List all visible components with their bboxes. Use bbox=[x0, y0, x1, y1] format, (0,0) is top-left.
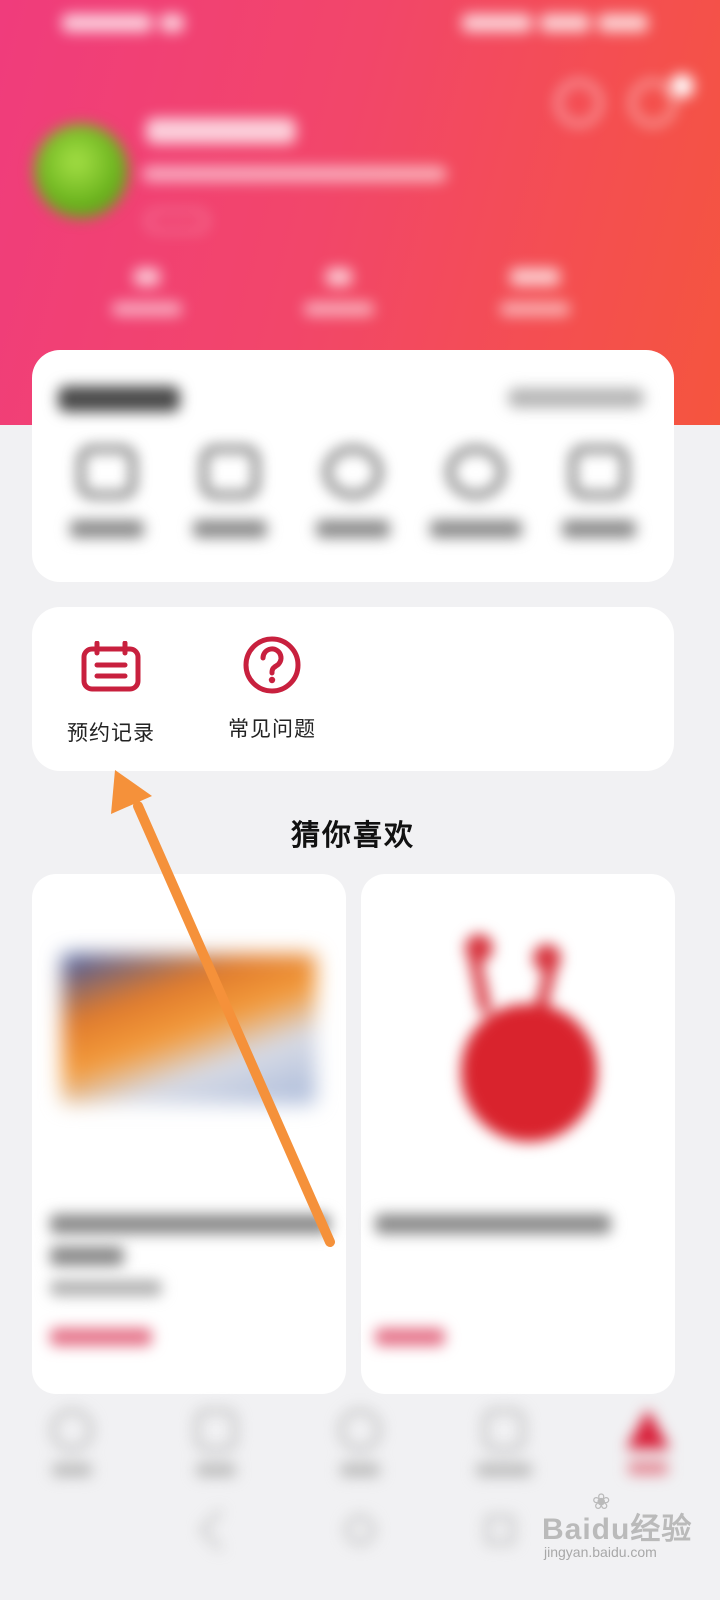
order-status-row bbox=[52, 446, 654, 538]
order-status-item[interactable] bbox=[421, 446, 531, 538]
product-price bbox=[375, 1328, 445, 1346]
tab-discover[interactable] bbox=[315, 1409, 405, 1477]
orders-title bbox=[58, 386, 180, 412]
notification-badge bbox=[670, 74, 694, 98]
faq-label: 常见问题 bbox=[228, 717, 316, 741]
product-card[interactable] bbox=[32, 874, 346, 1394]
reservation-record-button[interactable]: 预约记录 bbox=[41, 641, 181, 747]
faq-button[interactable]: 常见问题 bbox=[202, 636, 342, 743]
reservation-record-label: 预约记录 bbox=[67, 721, 155, 745]
product-price bbox=[50, 1328, 152, 1346]
product-title-line bbox=[375, 1214, 611, 1234]
recent-apps-icon[interactable] bbox=[485, 1515, 515, 1545]
settings-icon[interactable] bbox=[556, 80, 602, 126]
calendar-list-icon bbox=[81, 641, 141, 692]
order-status-item[interactable] bbox=[175, 446, 285, 538]
tab-cart[interactable] bbox=[459, 1409, 549, 1477]
bottom-tab-bar bbox=[0, 1395, 720, 1505]
avatar[interactable] bbox=[34, 124, 128, 218]
product-image bbox=[453, 934, 603, 1144]
tab-category[interactable] bbox=[171, 1409, 261, 1477]
stat-item[interactable] bbox=[102, 268, 192, 328]
member-tag[interactable] bbox=[146, 210, 208, 232]
watermark-brand: Baidu经验 bbox=[542, 1513, 693, 1546]
order-status-item[interactable] bbox=[544, 446, 654, 538]
order-status-item[interactable] bbox=[298, 446, 408, 538]
user-subtitle bbox=[142, 166, 447, 182]
tab-home[interactable] bbox=[27, 1409, 117, 1477]
stat-item[interactable] bbox=[294, 268, 384, 328]
user-name bbox=[146, 118, 296, 144]
stat-item[interactable] bbox=[490, 268, 580, 328]
watermark-url: jingyan.baidu.com bbox=[544, 1544, 657, 1560]
product-subtitle bbox=[50, 1280, 162, 1296]
question-circle-icon bbox=[243, 636, 301, 694]
tab-me[interactable] bbox=[603, 1409, 693, 1475]
view-all-orders-link[interactable] bbox=[508, 388, 644, 408]
status-bar-left bbox=[62, 14, 192, 36]
watermark: ❀ Baidu经验 jingyan.baidu.com bbox=[540, 1490, 720, 1562]
product-title-line bbox=[50, 1246, 124, 1266]
status-bar-right bbox=[448, 14, 648, 36]
product-image bbox=[62, 954, 316, 1104]
service-card: 预约记录 常见问题 bbox=[32, 607, 674, 771]
home-icon[interactable] bbox=[345, 1515, 375, 1545]
my-orders-card bbox=[32, 350, 674, 582]
product-title-line bbox=[50, 1214, 330, 1234]
recommend-title: 猜你喜欢 bbox=[290, 818, 415, 852]
order-status-item[interactable] bbox=[52, 446, 162, 538]
back-icon[interactable] bbox=[198, 1508, 242, 1552]
product-card[interactable] bbox=[361, 874, 675, 1394]
